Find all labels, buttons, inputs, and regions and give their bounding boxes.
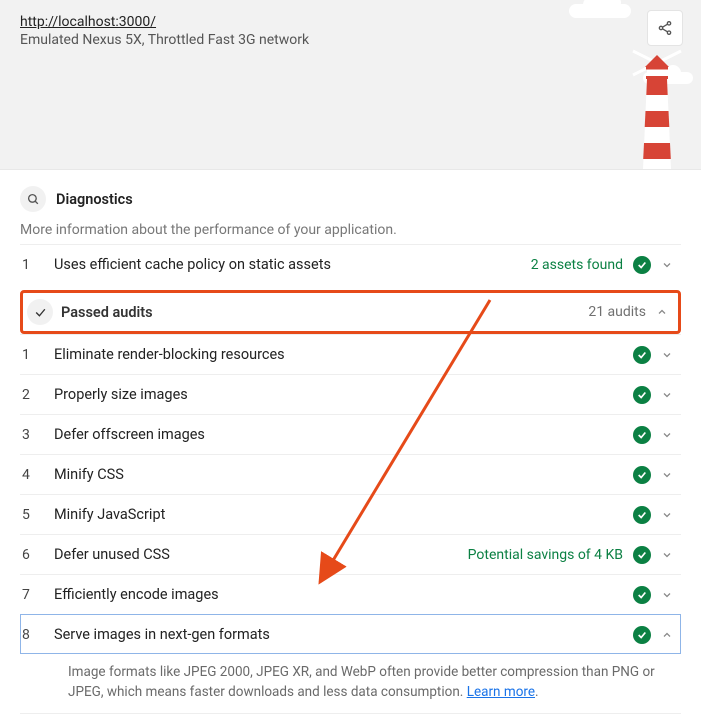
diagnostics-section: Diagnostics More information about the p… (0, 170, 701, 714)
row-index: 6 (20, 547, 54, 563)
passed-audits-count: 21 audits (588, 304, 646, 320)
pass-icon (633, 546, 651, 564)
passed-row[interactable]: 6 Defer unused CSS Potential savings of … (20, 534, 681, 574)
chevron-down-icon[interactable] (657, 585, 677, 605)
pass-icon (633, 256, 651, 274)
search-icon (27, 193, 40, 206)
row-title: Serve images in next-gen formats (54, 626, 633, 643)
row-index: 4 (20, 467, 54, 483)
row-title: Uses efficient cache policy on static as… (54, 256, 531, 273)
row-index: 3 (20, 427, 54, 443)
row-title: Defer offscreen images (54, 426, 633, 443)
row-extra: Potential savings of 4 KB (468, 547, 623, 563)
row-index: 5 (20, 507, 54, 523)
passed-row[interactable]: 7 Efficiently encode images (20, 574, 681, 614)
row-index: 2 (20, 387, 54, 403)
search-icon-circle (20, 186, 46, 212)
row-index: 1 (20, 347, 54, 363)
chevron-down-icon[interactable] (657, 385, 677, 405)
row-title: Defer unused CSS (54, 546, 468, 563)
pass-icon (633, 386, 651, 404)
passed-row[interactable]: 2 Properly size images (20, 374, 681, 414)
passed-row[interactable]: 1 Eliminate render-blocking resources (20, 334, 681, 374)
audit-description: Image formats like JPEG 2000, JPEG XR, a… (20, 654, 681, 714)
chevron-down-icon[interactable] (657, 255, 677, 275)
chevron-up-icon[interactable] (657, 625, 677, 645)
passed-audits-title: Passed audits (61, 304, 588, 321)
row-title: Minify JavaScript (54, 506, 633, 523)
share-icon (657, 20, 673, 36)
lighthouse-illustration (631, 49, 683, 169)
audit-description-text: Image formats like JPEG 2000, JPEG XR, a… (68, 664, 655, 700)
row-index: 8 (20, 627, 54, 643)
report-header: http://localhost:3000/ Emulated Nexus 5X… (0, 0, 701, 170)
row-index: 7 (20, 587, 54, 603)
learn-more-link[interactable]: Learn more (467, 684, 535, 700)
row-title: Properly size images (54, 386, 633, 403)
pass-icon (633, 626, 651, 644)
pass-icon (633, 466, 651, 484)
passed-audits-header[interactable]: Passed audits 21 audits (20, 290, 681, 334)
report-url[interactable]: http://localhost:3000/ (20, 14, 156, 30)
passed-row-expanded[interactable]: 8 Serve images in next-gen formats (20, 614, 681, 654)
passed-row[interactable]: 5 Minify JavaScript (20, 494, 681, 534)
chevron-down-icon[interactable] (657, 465, 677, 485)
row-title: Minify CSS (54, 466, 633, 483)
environment-line: Emulated Nexus 5X, Throttled Fast 3G net… (20, 32, 681, 48)
passed-row[interactable]: 3 Defer offscreen images (20, 414, 681, 454)
chevron-down-icon[interactable] (657, 425, 677, 445)
row-title: Eliminate render-blocking resources (54, 346, 633, 363)
chevron-down-icon[interactable] (657, 505, 677, 525)
pass-icon (633, 426, 651, 444)
pass-icon (633, 586, 651, 604)
check-icon (34, 306, 47, 319)
row-extra: 2 assets found (531, 257, 623, 273)
row-index: 1 (20, 257, 54, 273)
pass-icon (633, 346, 651, 364)
diagnostics-header: Diagnostics (20, 180, 681, 218)
diagnostics-description: More information about the performance o… (20, 218, 681, 244)
cloud-decoration (569, 4, 631, 18)
share-button[interactable] (647, 10, 683, 46)
chevron-down-icon[interactable] (657, 545, 677, 565)
chevron-up-icon (652, 302, 672, 322)
diagnostics-row[interactable]: 1 Uses efficient cache policy on static … (20, 244, 681, 284)
diagnostics-title: Diagnostics (56, 191, 133, 208)
passed-row[interactable]: 4 Minify CSS (20, 454, 681, 494)
row-title: Efficiently encode images (54, 586, 633, 603)
check-icon-circle (27, 299, 53, 325)
chevron-down-icon[interactable] (657, 345, 677, 365)
pass-icon (633, 506, 651, 524)
